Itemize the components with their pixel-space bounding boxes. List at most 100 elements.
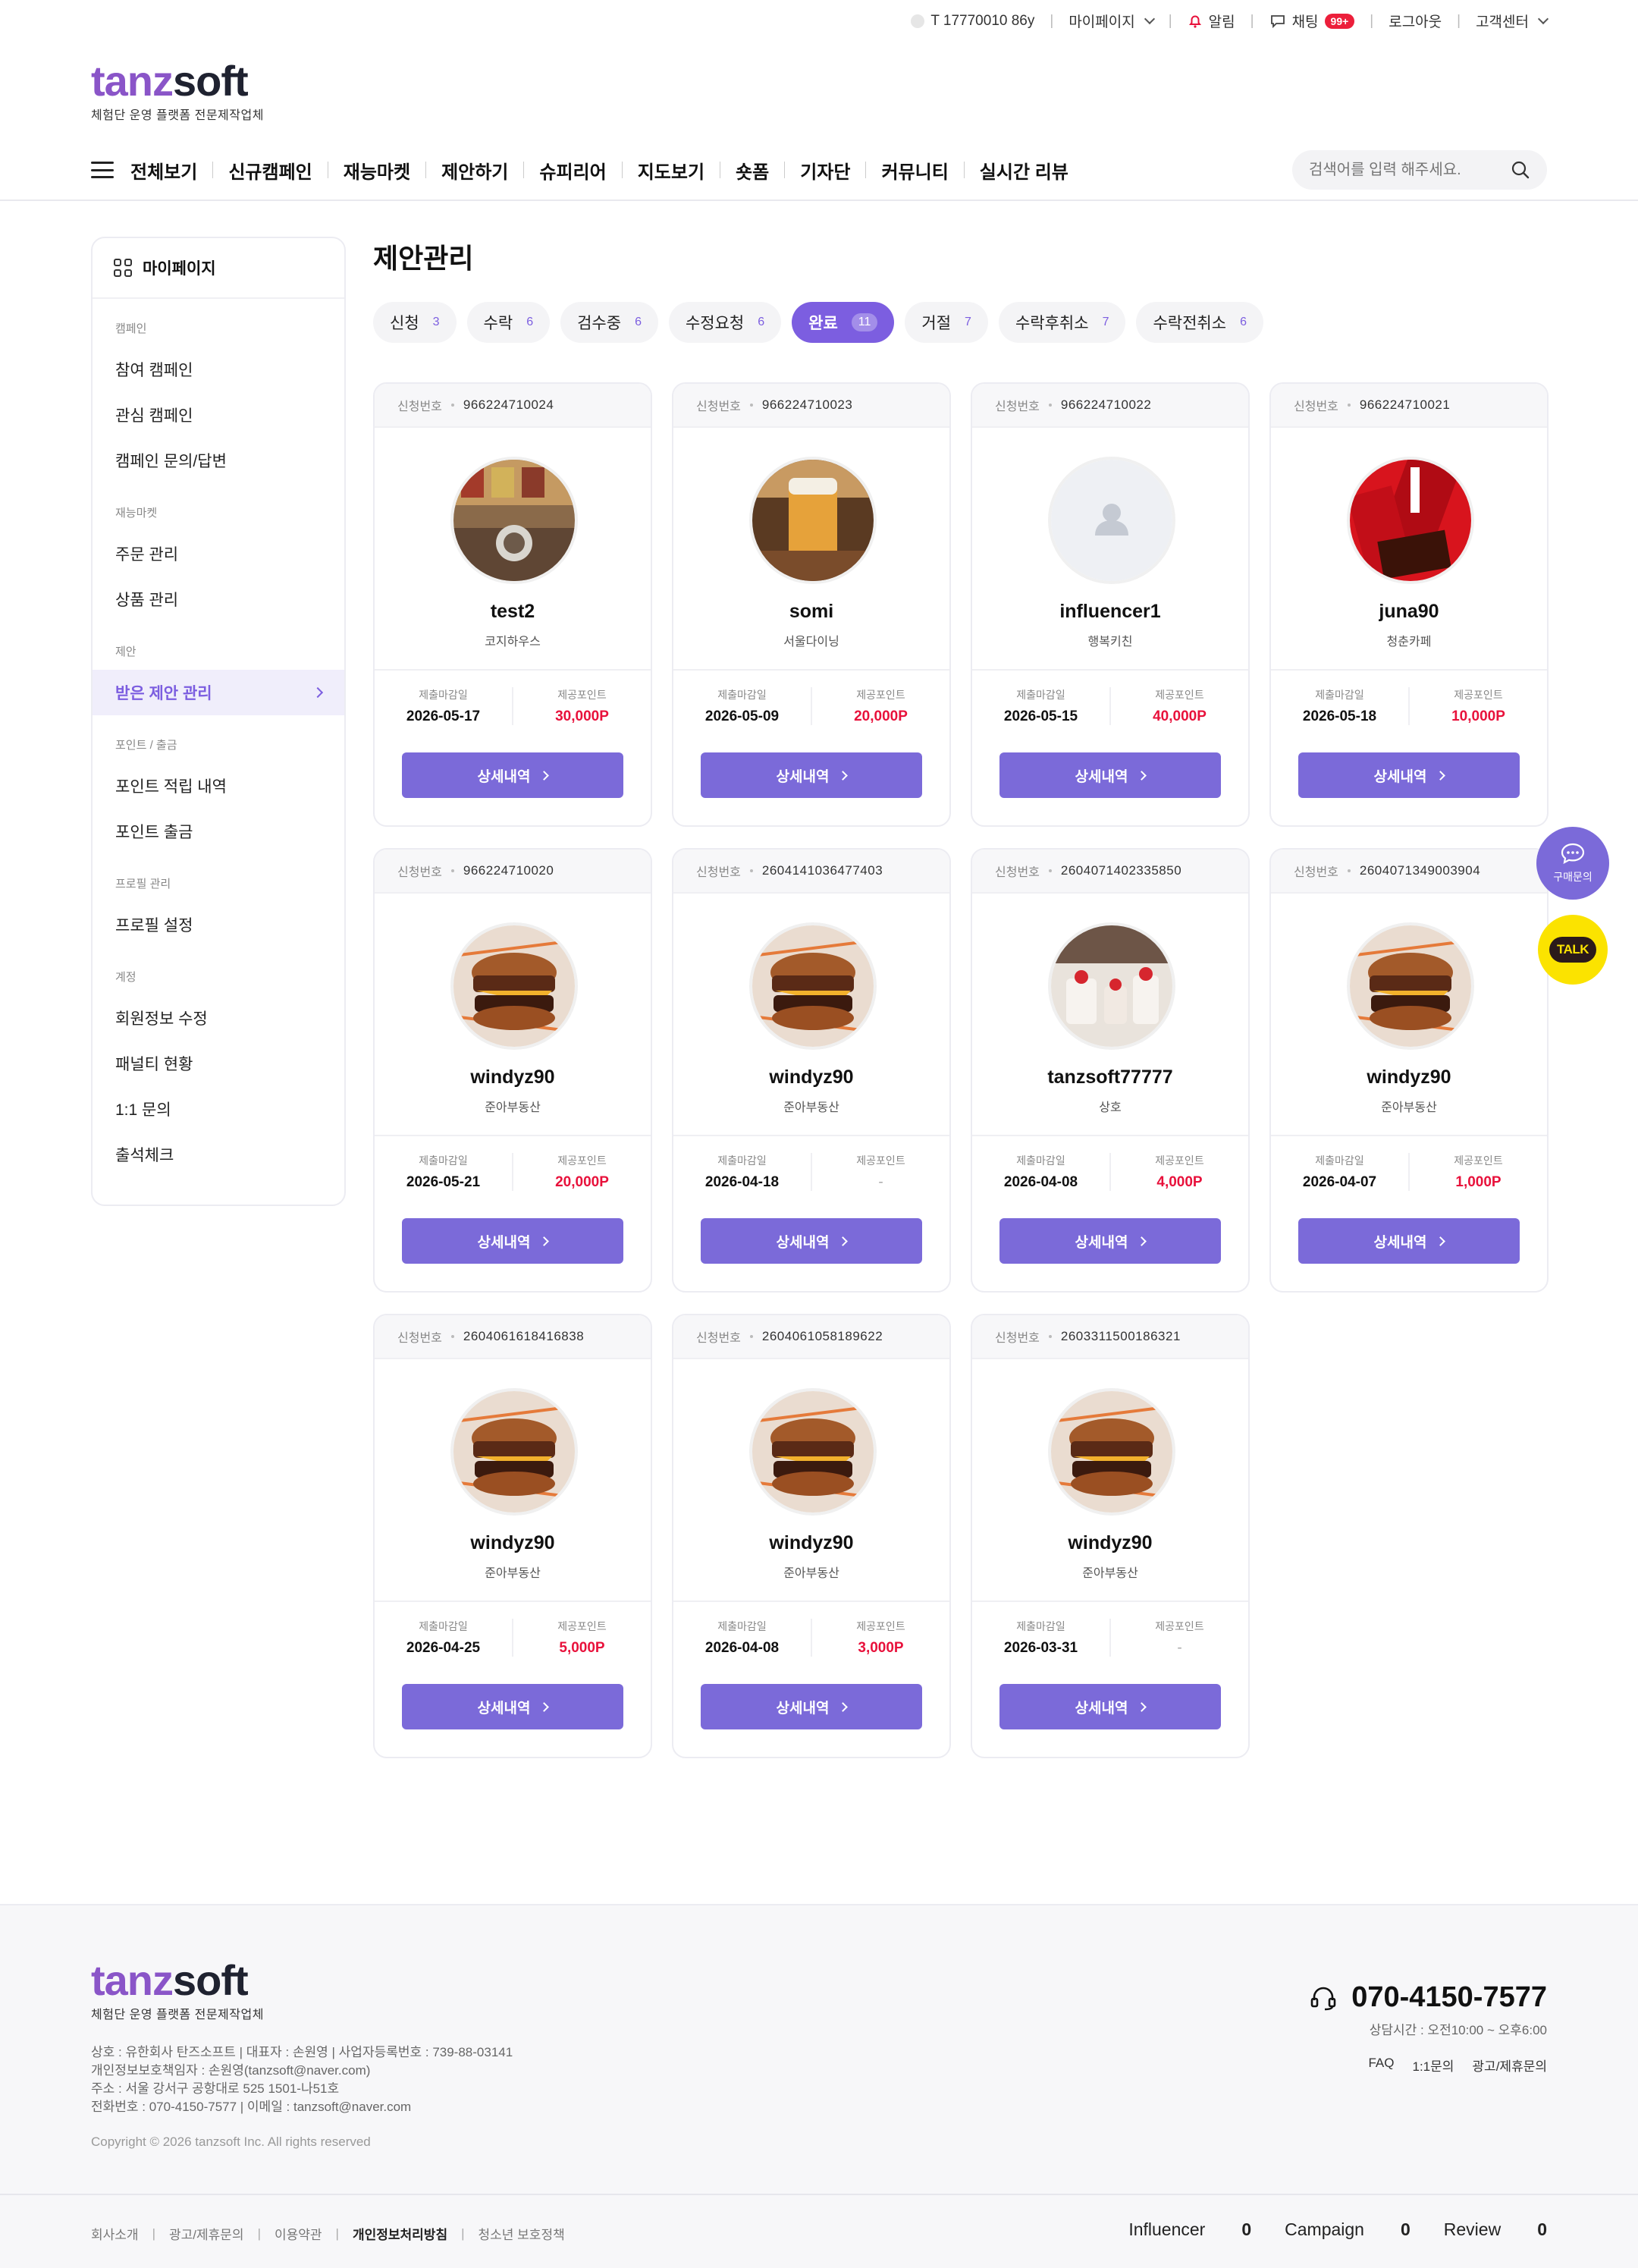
footer-link-inquiry[interactable]: 1:1문의	[1413, 2056, 1454, 2075]
card-header: 신청번호 966224710020	[375, 850, 651, 894]
deadline-value: 2026-05-18	[1302, 708, 1377, 724]
detail-button[interactable]: 상세내역	[1298, 752, 1520, 798]
dot-separator	[1347, 869, 1351, 872]
card-meta: 제출마감일 2026-04-25 제공포인트 5,000P	[375, 1619, 651, 1657]
detail-button[interactable]: 상세내역	[402, 1218, 623, 1264]
nav-item-community[interactable]: 커뮤니티	[881, 157, 948, 184]
footer-link-youth[interactable]: 청소년 보호정책	[479, 2224, 565, 2243]
sidebar-item-point-withdraw[interactable]: 포인트 출금	[115, 809, 322, 854]
detail-button[interactable]: 상세내역	[999, 1218, 1221, 1264]
support-menu[interactable]: 고객센터	[1476, 11, 1549, 31]
store-name: 준아부동산	[1381, 1101, 1437, 1114]
points-col: 제공포인트 1,000P	[1408, 1153, 1547, 1191]
request-no: 2604061618416838	[463, 1329, 585, 1343]
purchase-inquiry-button[interactable]: 구매문의	[1536, 827, 1609, 900]
detail-button-label: 상세내역	[477, 1700, 531, 1717]
sidebar-item-received-proposals[interactable]: 받은 제안 관리	[93, 670, 344, 715]
detail-button[interactable]: 상세내역	[402, 752, 623, 798]
card-meta: 제출마감일 2026-05-18 제공포인트 10,000P	[1271, 687, 1547, 725]
points-value: 5,000P	[559, 1640, 605, 1656]
headset-icon	[1310, 1987, 1336, 2010]
influencer-avatar	[1051, 460, 1172, 581]
influencer-name: windyz90	[1068, 1532, 1153, 1553]
nav-item-live-review[interactable]: 실시간 리뷰	[980, 157, 1068, 184]
detail-button[interactable]: 상세내역	[402, 1684, 623, 1729]
tab-1[interactable]: 수락 6	[466, 302, 551, 343]
sidebar-title: 마이페이지	[143, 260, 216, 278]
detail-button[interactable]: 상세내역	[1298, 1218, 1520, 1264]
sidebar-item-joined-campaign[interactable]: 참여 캠페인	[115, 347, 322, 392]
logout-link[interactable]: 로그아웃	[1389, 11, 1442, 31]
nav-item-all[interactable]: 전체보기	[130, 157, 197, 184]
alarm-link[interactable]: 알림	[1188, 11, 1235, 31]
influencer-name: windyz90	[1367, 1066, 1451, 1088]
footer-link-faq[interactable]: FAQ	[1368, 2056, 1394, 2075]
chevron-right-icon	[838, 770, 849, 781]
footer-link-partnership[interactable]: 광고/제휴문의	[1472, 2056, 1547, 2075]
chat-link[interactable]: 채팅 99+	[1269, 11, 1355, 31]
chevron-right-icon	[838, 1701, 849, 1712]
tab-2[interactable]: 검수중 6	[560, 302, 658, 343]
proposal-card: 신청번호 966224710022 influencer1 행복키친 제출마감일 2026…	[971, 382, 1250, 827]
deadline-label: 제출마감일	[1016, 689, 1065, 701]
mypage-menu[interactable]: 마이페이지	[1068, 11, 1155, 31]
detail-button[interactable]: 상세내역	[999, 1684, 1221, 1729]
footer-link-about[interactable]: 회사소개	[91, 2224, 139, 2243]
bell-icon	[1188, 15, 1201, 28]
footer-link-privacy[interactable]: 개인정보처리방침	[353, 2224, 447, 2243]
site-stats: Influencer 0 Campaign 0 Review 0	[1128, 2219, 1547, 2240]
request-no: 966224710020	[463, 863, 554, 878]
tab-6[interactable]: 수락후취소 7	[998, 302, 1126, 343]
sidebar-item-label: 받은 제안 관리	[115, 685, 212, 702]
points-value: 3,000P	[858, 1640, 904, 1656]
tab-3[interactable]: 수정요청 6	[668, 302, 782, 343]
user-dot-icon	[911, 14, 925, 28]
nav-item-map[interactable]: 지도보기	[638, 157, 704, 184]
sidebar-item-inquiry[interactable]: 1:1 문의	[115, 1086, 322, 1132]
tab-label: 수락전취소	[1153, 315, 1227, 332]
tab-4[interactable]: 완료 11	[792, 302, 895, 343]
nav-item-new-campaign[interactable]: 신규캠페인	[228, 157, 312, 184]
tab-label: 완료	[808, 315, 838, 332]
detail-button[interactable]: 상세내역	[999, 752, 1221, 798]
detail-button-label: 상세내역	[477, 768, 531, 785]
store-name: 상호	[1099, 1101, 1122, 1114]
detail-button[interactable]: 상세내역	[701, 752, 922, 798]
nav-item-reporters[interactable]: 기자단	[800, 157, 850, 184]
site-logo[interactable]: tanzsoft 체험단 운영 플랫폼 전문제작업체	[91, 59, 264, 123]
alarm-label: 알림	[1208, 14, 1235, 30]
nav-item-shortform[interactable]: 숏폼	[736, 157, 769, 184]
footer-link-terms[interactable]: 이용약관	[275, 2224, 322, 2243]
points-col: 제공포인트 -	[811, 1153, 949, 1191]
sidebar-item-orders[interactable]: 주문 관리	[115, 531, 322, 576]
sidebar-item-products[interactable]: 상품 관리	[115, 576, 322, 622]
sidebar-item-campaign-qna[interactable]: 캠페인 문의/답변	[115, 438, 322, 483]
tab-0[interactable]: 신청 3	[373, 302, 457, 343]
detail-button[interactable]: 상세내역	[701, 1218, 922, 1264]
influencer-name: juna90	[1379, 601, 1439, 622]
nav-item-propose[interactable]: 제안하기	[441, 157, 508, 184]
search-icon[interactable]	[1511, 160, 1530, 180]
sidebar-item-penalty[interactable]: 패널티 현황	[115, 1041, 322, 1086]
deadline-value: 2026-04-07	[1302, 1174, 1377, 1190]
kakao-talk-button[interactable]: TALK	[1538, 915, 1608, 985]
search-input[interactable]	[1309, 161, 1511, 179]
points-col: 제공포인트 10,000P	[1408, 687, 1547, 725]
hamburger-menu-icon[interactable]	[91, 162, 114, 178]
request-no-label: 신청번호	[397, 866, 442, 879]
nav-item-talent-market[interactable]: 재능마켓	[344, 157, 410, 184]
footer-link-ads[interactable]: 광고/제휴문의	[169, 2224, 244, 2243]
sidebar-item-edit-member[interactable]: 회원정보 수정	[115, 995, 322, 1041]
tab-5[interactable]: 거절 7	[905, 302, 988, 343]
sidebar-item-liked-campaign[interactable]: 관심 캠페인	[115, 392, 322, 438]
detail-button-label: 상세내역	[1373, 768, 1427, 785]
sidebar-item-profile-settings[interactable]: 프로필 설정	[115, 902, 322, 947]
tab-7[interactable]: 수락전취소 6	[1136, 302, 1263, 343]
nav-item-superior[interactable]: 슈피리어	[539, 157, 606, 184]
sidebar-item-attendance[interactable]: 출석체크	[115, 1132, 322, 1177]
deadline-label: 제출마감일	[419, 689, 468, 701]
status-tabs: 신청 3 수락 6 검수중 6 수정요청 6 완료 11 거절 7 수락후취소 7 수락전취소 6	[373, 302, 1263, 343]
search-box	[1292, 150, 1547, 190]
detail-button[interactable]: 상세내역	[701, 1684, 922, 1729]
sidebar-item-point-history[interactable]: 포인트 적립 내역	[115, 763, 322, 809]
